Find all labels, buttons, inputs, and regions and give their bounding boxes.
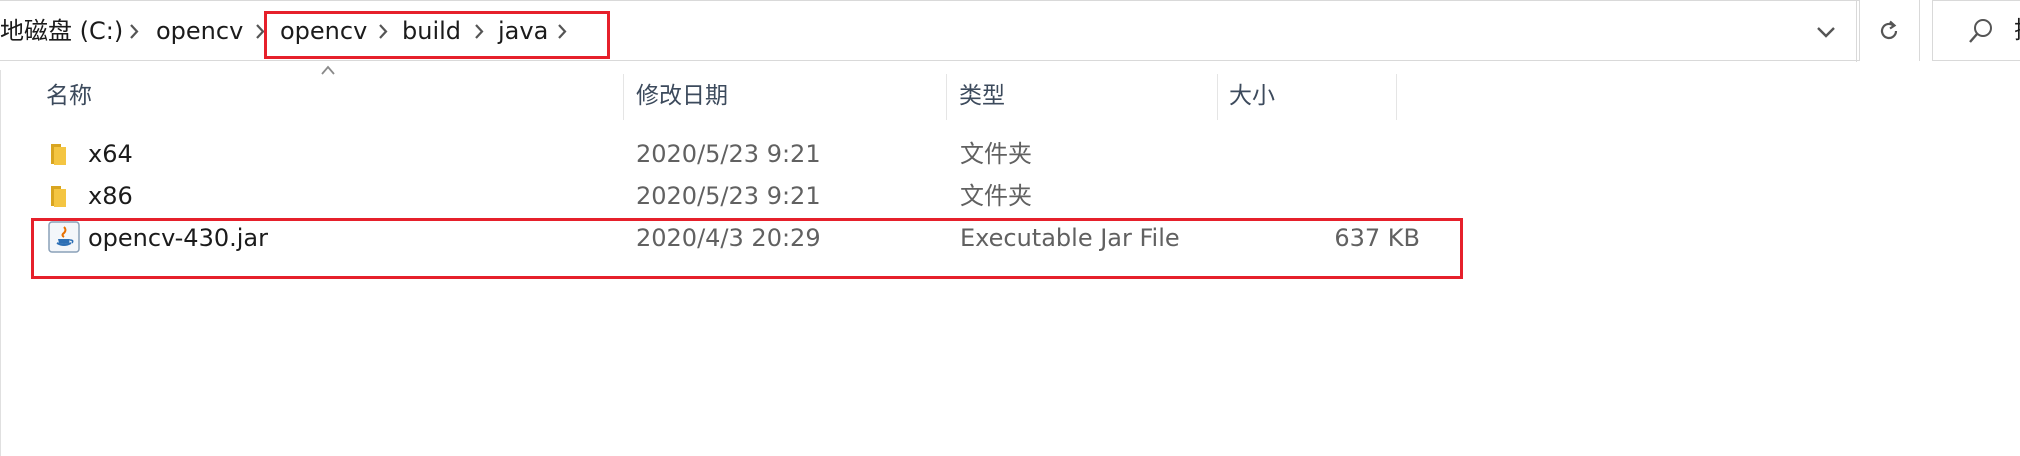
sort-ascending-icon xyxy=(321,65,335,75)
column-header-type[interactable]: 类型 xyxy=(959,74,1005,118)
file-size xyxy=(1280,175,1420,217)
folder-icon xyxy=(51,186,66,207)
file-size xyxy=(1280,133,1420,175)
history-dropdown-button[interactable] xyxy=(1796,1,1856,62)
file-date: 2020/5/23 9:21 xyxy=(636,182,821,210)
column-divider[interactable] xyxy=(1396,74,1397,120)
refresh-button[interactable] xyxy=(1859,0,1919,61)
folder-icon xyxy=(51,144,66,165)
file-type: 文件夹 xyxy=(960,182,1032,210)
pane-edge xyxy=(0,70,1,456)
breadcrumb-drive[interactable]: 地磁盘 (C:) xyxy=(0,1,123,62)
file-date: 2020/5/23 9:21 xyxy=(636,140,821,168)
column-divider[interactable] xyxy=(946,74,947,120)
divider xyxy=(1919,0,1920,61)
search-placeholder-fragment: 搜 xyxy=(2014,0,2020,61)
search-icon xyxy=(1969,19,1992,43)
chevron-right-icon[interactable] xyxy=(128,23,140,40)
column-header-size[interactable]: 大小 xyxy=(1229,74,1275,118)
column-divider[interactable] xyxy=(1217,74,1218,120)
file-highlight-box xyxy=(31,218,1463,279)
refresh-icon xyxy=(1880,20,1898,39)
column-header-name[interactable]: 名称 xyxy=(46,74,92,118)
column-header-date[interactable]: 修改日期 xyxy=(636,74,728,118)
file-row-x86[interactable]: x86 2020/5/23 9:21 文件夹 xyxy=(40,175,1420,217)
chevron-down-icon xyxy=(1817,26,1835,38)
path-highlight-box xyxy=(264,11,610,59)
column-divider[interactable] xyxy=(623,74,624,120)
file-type: 文件夹 xyxy=(960,140,1032,168)
divider xyxy=(1856,1,1857,62)
file-name[interactable]: x64 xyxy=(88,133,133,175)
search-box[interactable] xyxy=(1932,0,2020,61)
file-row-x64[interactable]: x64 2020/5/23 9:21 文件夹 xyxy=(40,133,1420,175)
file-name[interactable]: x86 xyxy=(88,175,133,217)
breadcrumb-opencv-root[interactable]: opencv xyxy=(156,1,243,62)
